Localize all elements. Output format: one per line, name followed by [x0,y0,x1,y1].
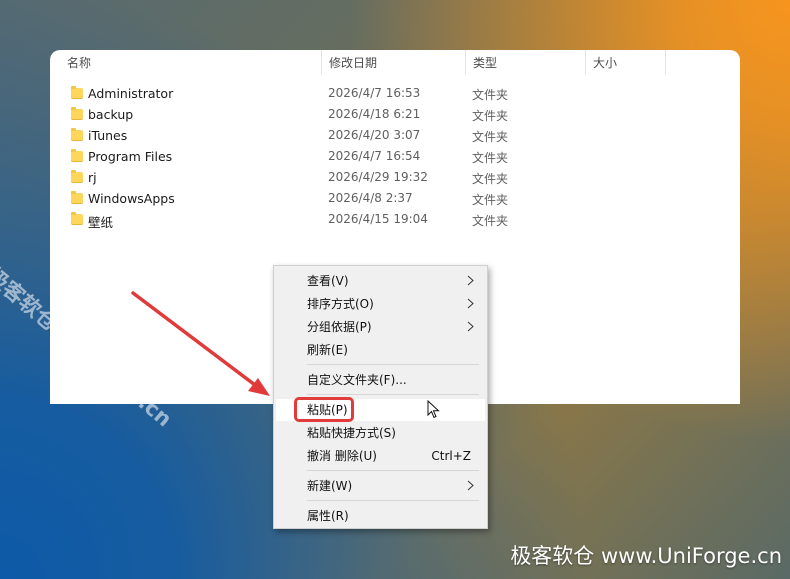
file-type: 文件夹 [472,214,509,228]
file-date: 2026/4/29 19:32 [328,170,428,184]
menu-item-view[interactable]: 查看(V) [276,270,485,292]
file-date: 2026/4/15 19:04 [328,212,428,226]
folder-icon [71,128,83,141]
menu-item-paste-shortcut[interactable]: 粘贴快捷方式(S) [276,422,485,444]
file-row-backup[interactable]: backup 2026/4/18 6:21 文件夹 [50,104,740,125]
folder-icon [71,170,83,183]
file-row-wallpaper[interactable]: 壁纸 2026/4/15 19:04 文件夹 [50,209,740,230]
mouse-cursor-icon [427,400,440,419]
paste-highlight-box [294,397,354,422]
menu-separator [307,364,479,365]
folder-icon [71,149,83,162]
column-header-row: ^ 名称 修改日期 类型 大小 [50,50,740,75]
file-row-windowsapps[interactable]: WindowsApps 2026/4/8 2:37 文件夹 [50,188,740,209]
menu-separator [307,394,479,395]
file-name: Program Files [88,149,173,164]
file-name: 壁纸 [88,215,114,230]
file-name: backup [88,107,134,122]
file-type: 文件夹 [472,172,509,186]
file-type: 文件夹 [472,130,509,144]
column-header-size[interactable]: 大小 [586,50,666,75]
menu-item-group[interactable]: 分组依据(P) [276,316,485,338]
menu-item-customize-folder[interactable]: 自定义文件夹(F)... [276,369,485,391]
folder-icon [71,212,83,225]
watermark-corner: 极客软仓 www.UniForge.cn [510,544,782,568]
chevron-right-icon [467,321,474,332]
column-header-date[interactable]: 修改日期 [322,50,466,75]
column-header-type[interactable]: 类型 [466,50,586,75]
menu-item-label: 分组依据(P) [307,320,372,334]
file-type: 文件夹 [472,151,509,165]
file-date: 2026/4/7 16:53 [328,86,421,100]
menu-item-label: 查看(V) [307,274,349,288]
menu-separator [307,500,479,501]
chevron-right-icon [467,480,474,491]
file-date: 2026/4/8 2:37 [328,191,413,205]
menu-item-label: 自定义文件夹(F)... [307,373,407,387]
menu-item-label: 撤消 删除(U) [307,449,377,463]
folder-icon [71,107,83,120]
folder-icon [71,191,83,204]
chevron-right-icon [467,275,474,286]
file-date: 2026/4/20 3:07 [328,128,421,142]
file-row-rj[interactable]: rj 2026/4/29 19:32 文件夹 [50,167,740,188]
file-date: 2026/4/18 6:21 [328,107,421,121]
menu-item-label: 新建(W) [307,479,353,493]
menu-item-label: 属性(R) [307,509,349,523]
file-name: rj [88,170,97,185]
file-row-itunes[interactable]: iTunes 2026/4/20 3:07 文件夹 [50,125,740,146]
file-type: 文件夹 [472,109,509,123]
file-name: Administrator [88,86,174,101]
file-type: 文件夹 [472,88,509,102]
menu-item-refresh[interactable]: 刷新(E) [276,339,485,361]
menu-item-properties[interactable]: 属性(R) [276,505,485,527]
column-header-name[interactable]: 名称 [60,50,322,75]
menu-item-label: 刷新(E) [307,343,348,357]
file-date: 2026/4/7 16:54 [328,149,421,163]
folder-icon [71,86,83,99]
menu-separator [307,470,479,471]
file-row-program-files[interactable]: Program Files 2026/4/7 16:54 文件夹 [50,146,740,167]
file-row-administrator[interactable]: Administrator 2026/4/7 16:53 文件夹 [50,83,740,104]
menu-item-new[interactable]: 新建(W) [276,475,485,497]
file-type: 文件夹 [472,193,509,207]
menu-item-sort[interactable]: 排序方式(O) [276,293,485,315]
file-name: iTunes [88,128,128,143]
menu-item-label: 排序方式(O) [307,297,374,311]
menu-item-shortcut: Ctrl+Z [431,449,471,463]
menu-item-label: 粘贴快捷方式(S) [307,426,396,440]
file-name: WindowsApps [88,191,175,206]
chevron-right-icon [467,298,474,309]
menu-item-undo-delete[interactable]: 撤消 删除(U) Ctrl+Z [276,445,485,467]
